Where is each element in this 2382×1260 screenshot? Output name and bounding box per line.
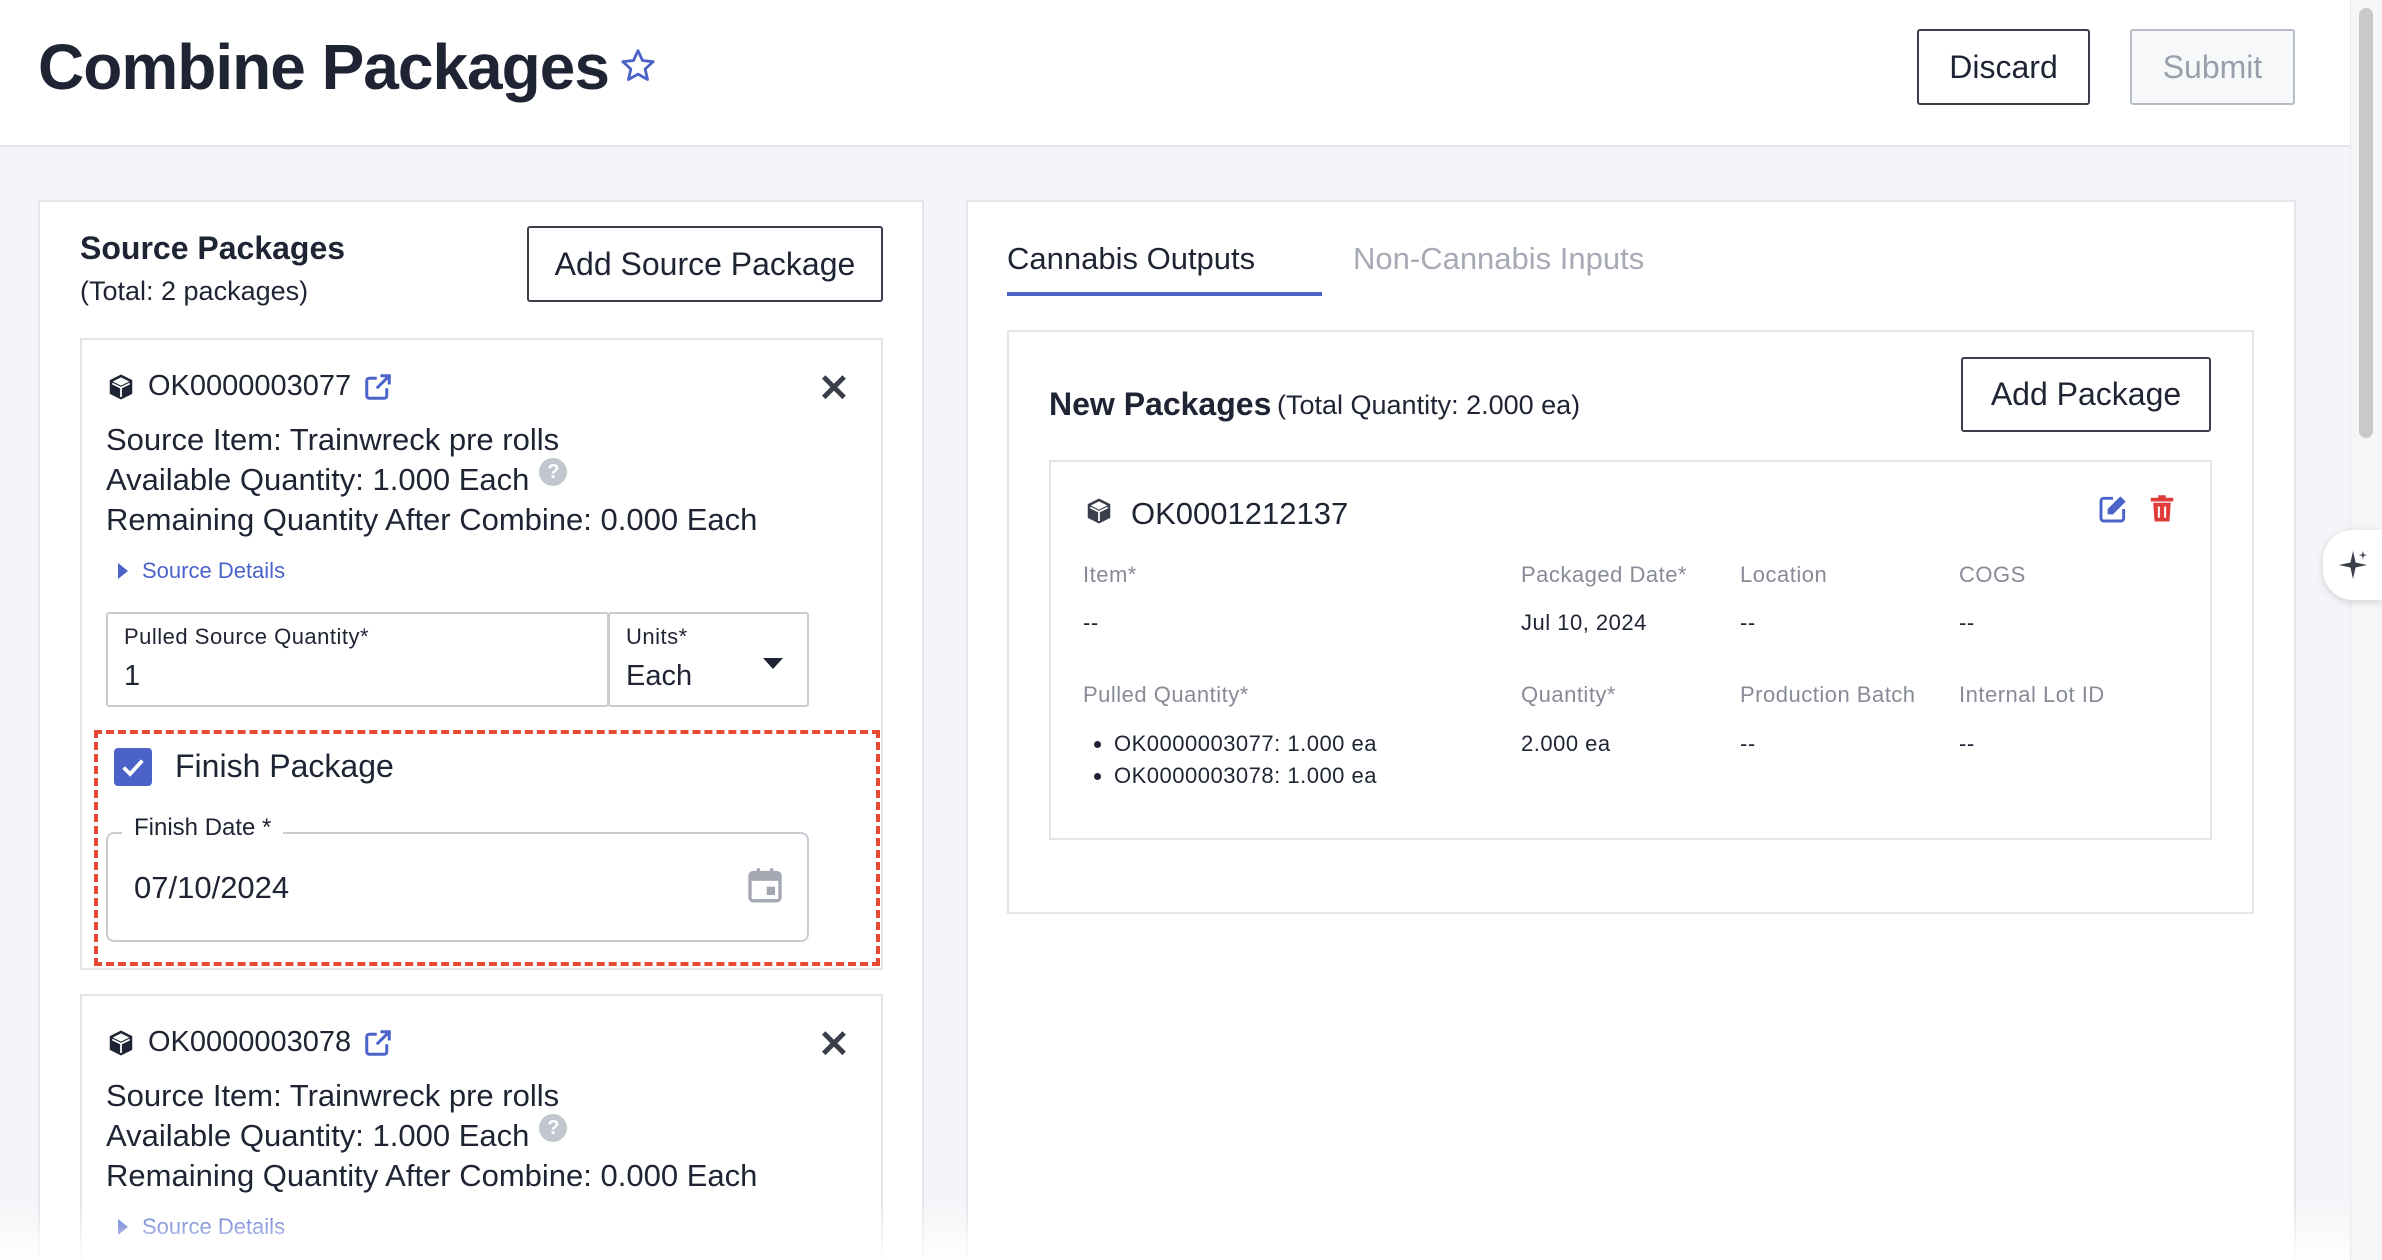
units-value: Each <box>626 660 693 692</box>
add-package-button[interactable]: Add Package <box>1961 357 2211 432</box>
pulled-source-quantity-input[interactable]: Pulled Source Quantity* 1 <box>106 612 609 707</box>
active-tab-indicator <box>1007 292 1322 296</box>
quantity-value: 2.000 ea <box>1521 731 1611 756</box>
external-link-icon[interactable] <box>363 372 393 402</box>
production-batch-value: -- <box>1740 731 1756 756</box>
star-icon[interactable] <box>618 46 658 86</box>
page-header: Combine Packages Discard Submit <box>0 0 2350 147</box>
new-packages-total: (Total Quantity: 2.000 ea) <box>1277 390 1581 420</box>
trash-icon[interactable] <box>2147 493 2177 525</box>
internal-lot-id-label: Internal Lot ID <box>1959 682 2105 707</box>
location-value: -- <box>1740 610 1756 635</box>
source-package-id[interactable]: OK0000003078 <box>148 1026 351 1059</box>
chevron-down-icon <box>763 658 783 669</box>
remaining-quantity-text: Remaining Quantity After Combine: 0.000 … <box>106 1158 758 1193</box>
add-source-package-button[interactable]: Add Source Package <box>527 226 883 302</box>
available-quantity-row: Available Quantity: 1.000 Each? <box>106 458 568 498</box>
source-packages-title: Source Packages <box>80 230 346 266</box>
scrollbar-thumb[interactable] <box>2359 8 2373 438</box>
sparkle-icon <box>2338 550 2368 580</box>
tab-cannabis-outputs[interactable]: Cannabis Outputs <box>1007 241 1255 277</box>
source-details-toggle[interactable]: Source Details <box>118 1214 285 1240</box>
pulled-quantity-label: Pulled Quantity* <box>1083 682 1249 707</box>
source-packages-total: (Total: 2 packages) <box>80 276 309 306</box>
item-value: -- <box>1083 610 1099 635</box>
list-item: OK0000003077: 1.000 ea <box>1114 728 1377 760</box>
source-package-header: OK0000003078 <box>106 1026 393 1059</box>
pulled-quantity-list: OK0000003077: 1.000 ea OK0000003078: 1.0… <box>1092 728 1377 792</box>
package-box-icon <box>1087 498 1111 524</box>
checkmark-icon <box>122 759 144 777</box>
available-quantity-row: Available Quantity: 1.000 Each? <box>106 1114 568 1154</box>
source-item-text: Source Item: Trainwreck pre rolls <box>106 422 560 457</box>
finish-package-label: Finish Package <box>175 748 394 784</box>
quantity-label: Quantity* <box>1521 682 1616 707</box>
pulled-source-quantity-value: 1 <box>124 660 141 692</box>
page-scrollbar[interactable] <box>2350 0 2382 1260</box>
tab-non-cannabis-inputs[interactable]: Non-Cannabis Inputs <box>1353 241 1644 277</box>
new-packages-title: New Packages <box>1049 386 1272 422</box>
cogs-value: -- <box>1959 610 1975 635</box>
available-quantity-text: Available Quantity: 1.000 Each <box>106 1118 530 1153</box>
external-link-icon[interactable] <box>363 1028 393 1058</box>
units-label: Units* <box>626 624 688 649</box>
package-box-icon <box>109 1030 133 1055</box>
submit-button[interactable]: Submit <box>2130 29 2295 105</box>
source-details-label: Source Details <box>142 1214 286 1239</box>
finish-date-label: Finish Date * <box>122 814 284 842</box>
caret-right-icon <box>118 1219 128 1235</box>
sparkle-assistant-button[interactable] <box>2323 530 2382 600</box>
internal-lot-id-value: -- <box>1959 731 1975 756</box>
help-icon[interactable]: ? <box>539 458 568 486</box>
finish-date-value: 07/10/2024 <box>134 870 290 905</box>
source-details-toggle[interactable]: Source Details <box>118 558 285 584</box>
source-details-label: Source Details <box>142 558 286 583</box>
calendar-icon[interactable] <box>745 864 785 906</box>
source-package-id[interactable]: OK0000003077 <box>148 370 351 403</box>
source-package-header: OK0000003077 <box>106 370 393 403</box>
production-batch-label: Production Batch <box>1740 682 1916 707</box>
packaged-date-label: Packaged Date* <box>1521 562 1687 587</box>
item-label: Item* <box>1083 562 1137 587</box>
output-package-id: OK0001212137 <box>1131 496 1349 531</box>
pulled-source-quantity-label: Pulled Source Quantity* <box>124 624 370 649</box>
location-label: Location <box>1740 562 1828 587</box>
remove-source-package-button[interactable]: ✕ <box>818 1026 850 1064</box>
page-title: Combine Packages <box>38 31 610 103</box>
source-item-text: Source Item: Trainwreck pre rolls <box>106 1078 560 1113</box>
available-quantity-text: Available Quantity: 1.000 Each <box>106 462 530 497</box>
list-item: OK0000003078: 1.000 ea <box>1114 760 1377 792</box>
discard-button[interactable]: Discard <box>1917 29 2090 105</box>
caret-right-icon <box>118 563 128 579</box>
remaining-quantity-text: Remaining Quantity After Combine: 0.000 … <box>106 502 758 537</box>
help-icon[interactable]: ? <box>539 1114 568 1142</box>
package-box-icon <box>109 374 133 399</box>
remove-source-package-button[interactable]: ✕ <box>818 370 850 408</box>
packaged-date-value: Jul 10, 2024 <box>1521 610 1647 635</box>
finish-package-checkbox[interactable] <box>114 748 152 786</box>
edit-icon[interactable] <box>2097 493 2129 525</box>
units-select[interactable]: Units* Each <box>608 612 809 707</box>
cogs-label: COGS <box>1959 562 2026 587</box>
